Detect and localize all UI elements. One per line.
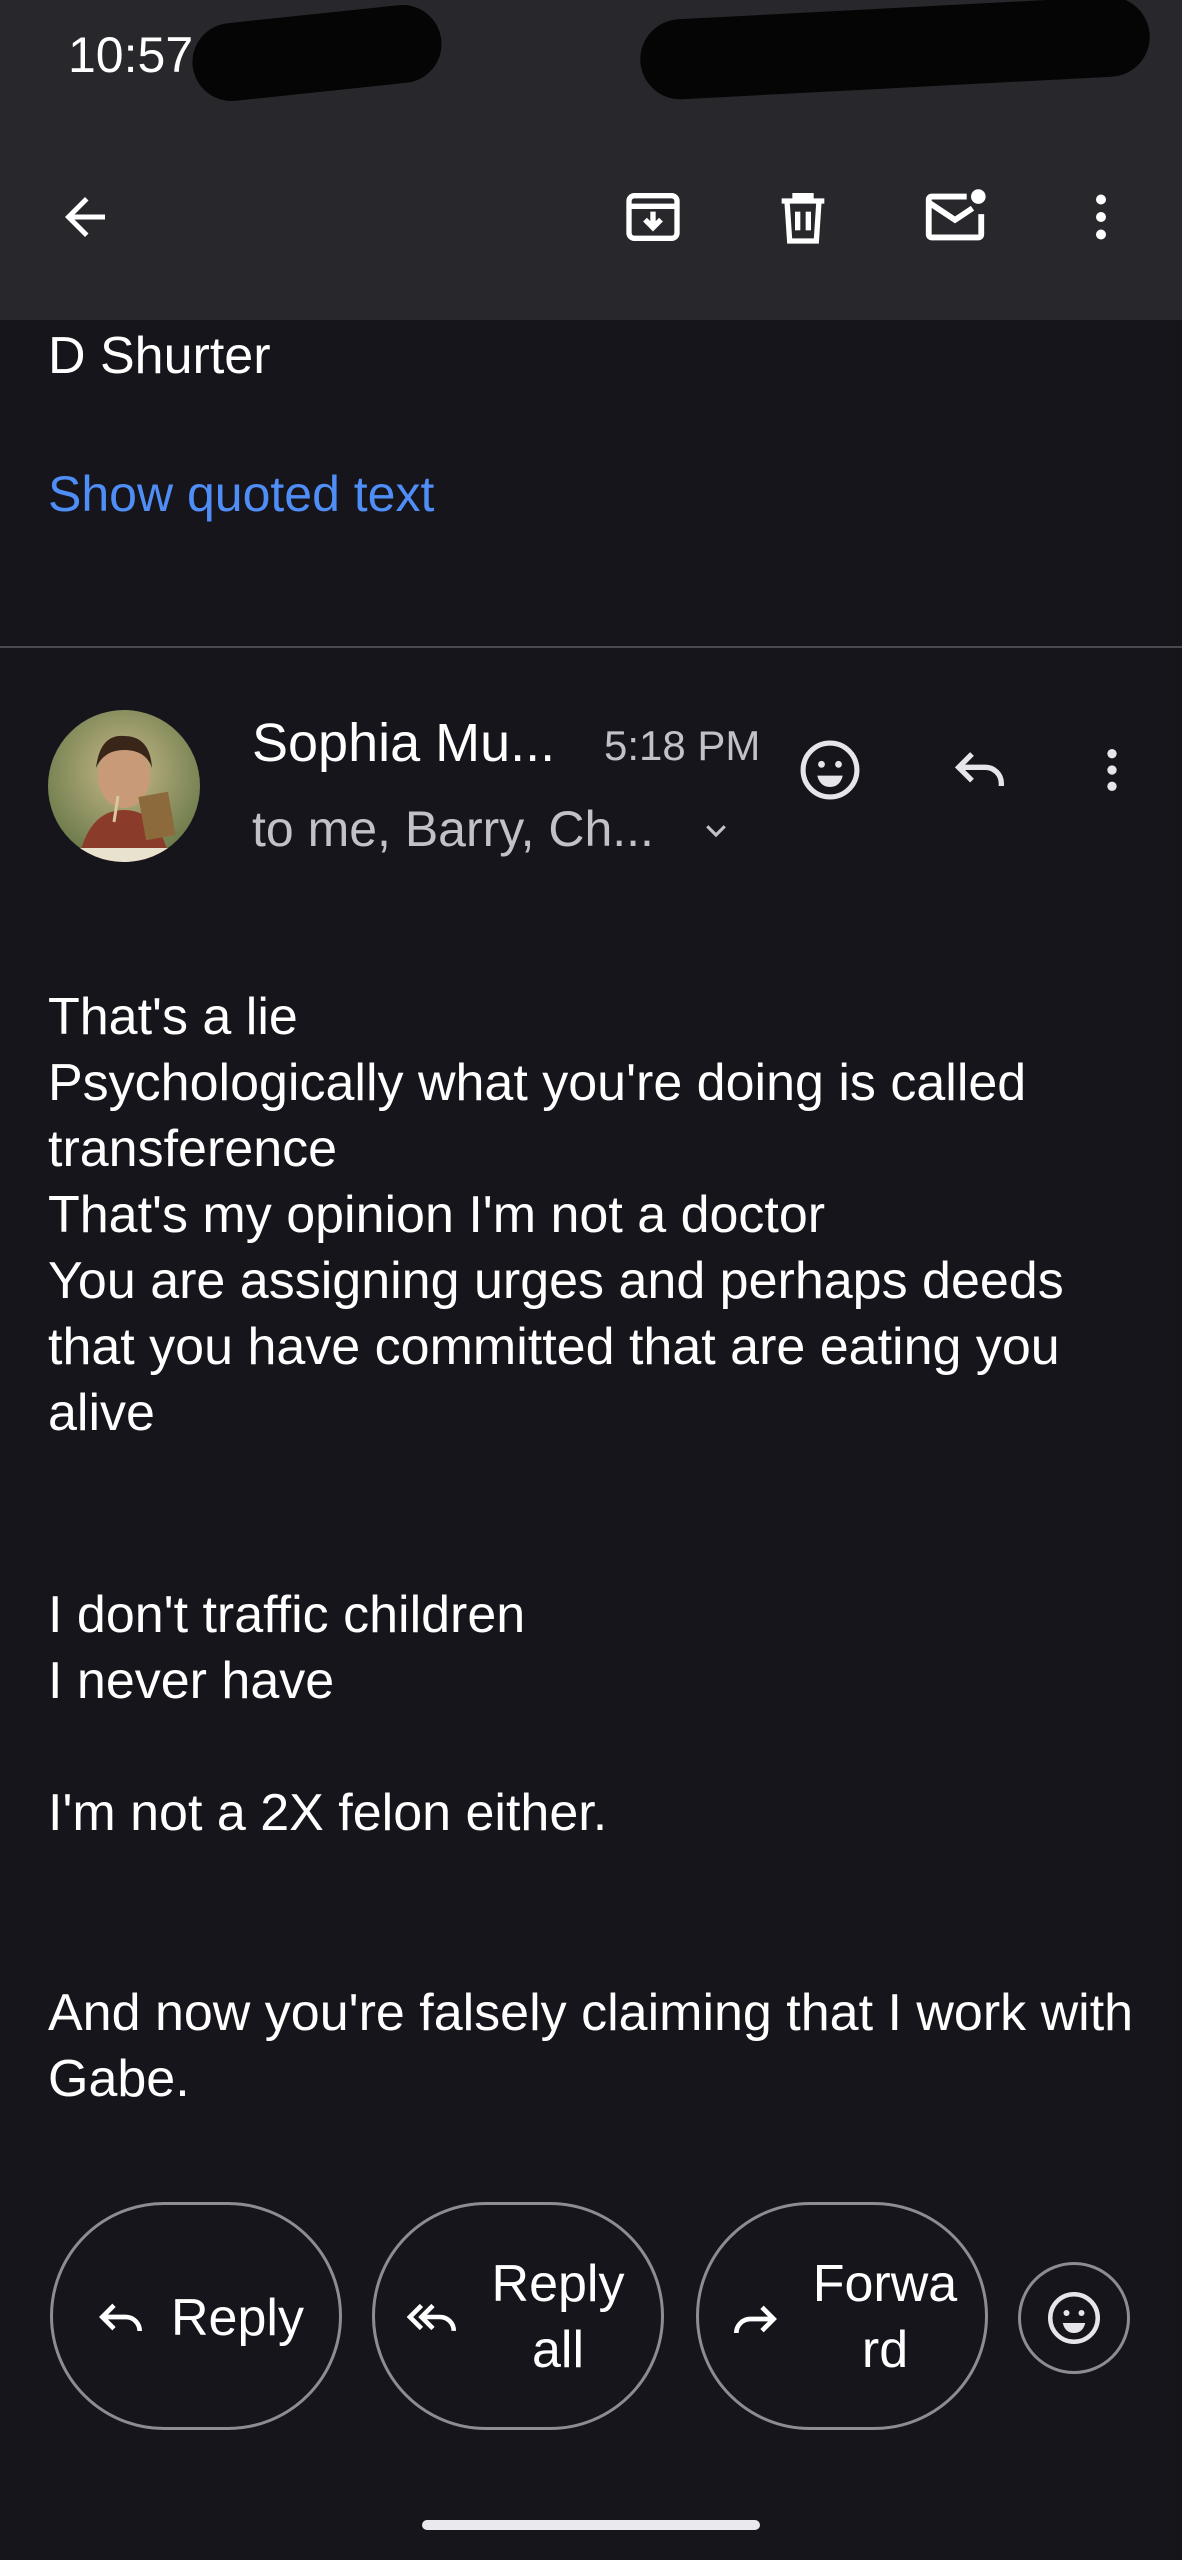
forward-label-line2: rd	[861, 2321, 909, 2379]
message-body-paragraph: And now you're falsely claiming that I w…	[48, 1984, 1134, 2108]
reply-label: Reply	[171, 2289, 304, 2347]
redacted-area	[188, 1, 446, 105]
show-quoted-text-link[interactable]: Show quoted text	[48, 465, 434, 523]
reply-all-label-line2: all	[531, 2321, 585, 2379]
previous-message: D Shurter Show quoted text	[0, 320, 1182, 646]
more-options-button[interactable]	[1056, 172, 1146, 262]
redacted-area	[638, 0, 1152, 102]
message-body-paragraph: I don't traffic children I never have	[48, 1586, 526, 1710]
more-vert-icon	[1107, 749, 1117, 791]
delete-button[interactable]	[758, 172, 848, 262]
emoji-icon	[1048, 2292, 1100, 2344]
sender-name[interactable]: Sophia Mu...	[252, 712, 555, 774]
back-button[interactable]	[40, 172, 130, 262]
reply-button[interactable]: Reply	[50, 2202, 342, 2430]
message-body-paragraph: I'm not a 2X felon either.	[48, 1784, 608, 1842]
forward-button[interactable]: Forwa rd	[696, 2202, 988, 2430]
mark-unread-button[interactable]	[910, 172, 1000, 262]
reply-icon-button[interactable]	[940, 730, 1020, 810]
reply-icon	[954, 752, 1004, 786]
reply-all-label-line1: Reply	[491, 2255, 625, 2313]
add-reaction-button[interactable]	[790, 730, 870, 810]
message-body-paragraph: That's a lie Psychologically what you're…	[48, 988, 1064, 1442]
react-emoji-button[interactable]	[1018, 2262, 1130, 2374]
trash-icon	[781, 193, 825, 244]
mail-unread-icon	[925, 189, 986, 241]
forward-label-line1: Forwa	[812, 2255, 958, 2313]
home-indicator[interactable]	[422, 2520, 760, 2530]
top-app-bar: 10:57	[0, 0, 1182, 320]
reply-all-label: Reply all	[483, 2251, 633, 2383]
archive-icon	[626, 193, 680, 241]
reply-all-button[interactable]: Reply all	[372, 2202, 664, 2430]
forward-icon	[734, 2305, 777, 2334]
recipients[interactable]: to me, Barry, Ch...	[252, 800, 654, 858]
sender-avatar[interactable]	[48, 710, 200, 862]
emoji-icon	[800, 740, 860, 800]
chevron-down-icon	[706, 825, 726, 838]
message-time: 5:18 PM	[604, 722, 761, 769]
arrow-left-icon	[65, 197, 105, 237]
reply-icon	[99, 2303, 142, 2332]
forward-label: Forwa rd	[805, 2251, 965, 2383]
message-more-button[interactable]	[1072, 730, 1152, 810]
reply-all-icon	[406, 2303, 457, 2332]
message-divider	[0, 646, 1182, 648]
avatar-portrait	[48, 710, 200, 862]
archive-button[interactable]	[608, 172, 698, 262]
more-vert-icon	[1096, 194, 1106, 240]
previous-message-signature: D Shurter	[48, 327, 271, 385]
expand-details-button[interactable]	[694, 808, 738, 852]
status-bar-time: 10:57	[68, 27, 194, 83]
